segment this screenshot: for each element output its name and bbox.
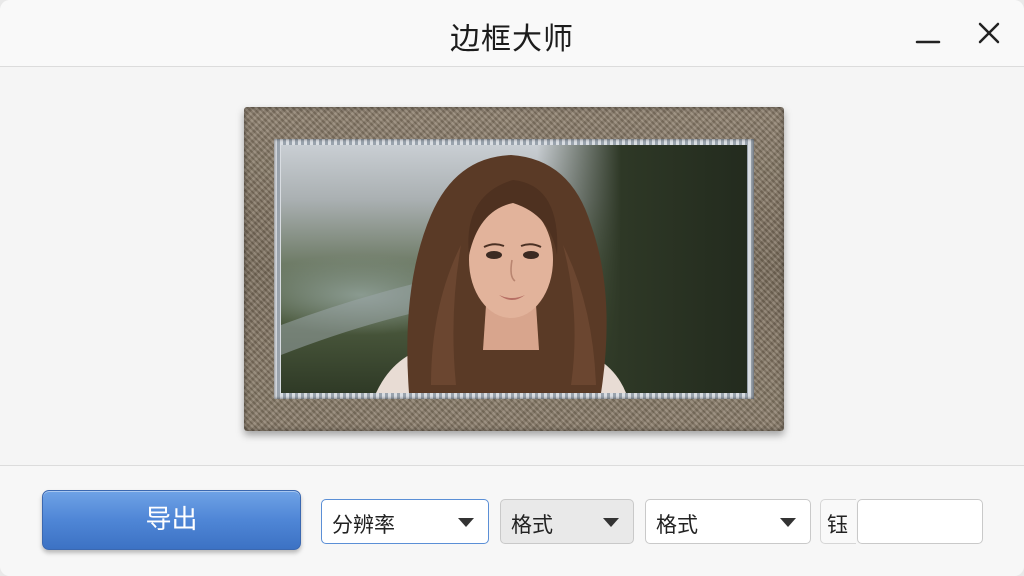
preview-area [0,67,1024,465]
minimize-button[interactable] [910,16,946,52]
minimize-icon [915,40,941,44]
format-select-1-value: 格式 [511,513,553,537]
field-label: 钰 [827,513,848,537]
bottom-toolbar: 导出 分辨率 格式 格式 钰 [0,465,1024,576]
window-title: 边框大师 [450,22,574,57]
close-button[interactable] [971,16,1007,52]
chevron-down-icon [780,518,796,527]
export-button[interactable]: 导出 [42,490,301,550]
resolution-select-value: 分辨率 [332,513,395,537]
format-select-1[interactable]: 格式 [500,499,634,544]
portrait-figure [281,155,626,393]
chevron-down-icon [458,518,474,527]
field-label-box: 钰 [820,499,856,544]
resolution-select[interactable]: 分辨率 [321,499,489,544]
picture-frame [244,107,784,431]
format-select-2[interactable]: 格式 [645,499,811,544]
format-select-2-value: 格式 [656,513,698,537]
close-icon [978,22,1000,44]
chevron-down-icon [603,518,619,527]
text-input[interactable] [857,499,983,544]
app-window: 边框大师 导出 分辨率 格式 格式 钰 [0,0,1024,576]
portrait-photo [281,145,747,393]
title-bar: 边框大师 [0,0,1024,67]
